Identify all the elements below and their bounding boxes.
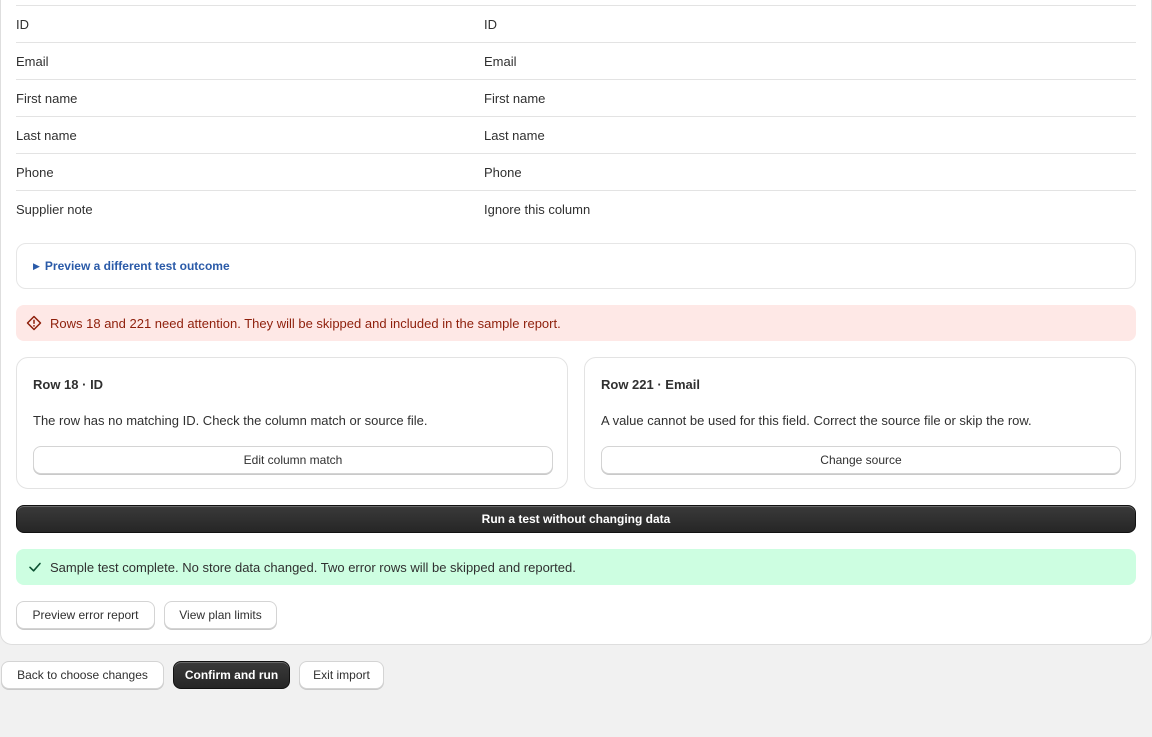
mapping-row: Phone Phone (16, 153, 1136, 190)
target-field[interactable]: First name (484, 91, 545, 106)
source-column: First name (16, 91, 78, 106)
edit-column-match-button[interactable]: Edit column match (33, 446, 553, 474)
view-plan-limits-button[interactable]: View plan limits (164, 601, 277, 629)
issue-card-row-221: Row 221 · Email A value cannot be used f… (584, 357, 1136, 489)
issue-title: Row 18 · ID (33, 377, 104, 392)
issue-card-row-18: Row 18 · ID The row has no matching ID. … (16, 357, 568, 489)
source-column: Supplier note (16, 202, 93, 217)
issue-description: The row has no matching ID. Check the co… (33, 413, 428, 428)
checkmark-icon (29, 562, 41, 572)
target-field[interactable]: ID (484, 17, 497, 32)
source-column: Email (16, 54, 49, 69)
issue-description: A value cannot be used for this field. C… (601, 413, 1032, 428)
change-source-button[interactable]: Change source (601, 446, 1121, 474)
run-test-button[interactable]: Run a test without changing data (16, 505, 1136, 533)
issue-title: Row 221 · Email (601, 377, 700, 392)
preview-error-report-button[interactable]: Preview error report (16, 601, 155, 629)
alert-diamond-icon (26, 315, 42, 331)
mapping-row: Email Email (16, 42, 1136, 79)
attention-banner: Rows 18 and 221 need attention. They wil… (16, 305, 1136, 341)
success-banner-text: Sample test complete. No store data chan… (50, 560, 576, 575)
mapping-row: ID ID (16, 5, 1136, 42)
mapping-row: Last name Last name (16, 116, 1136, 153)
test-outcome-disclosure: ▶ Preview a different test outcome (16, 243, 1136, 289)
target-field[interactable]: Ignore this column (484, 202, 590, 217)
confirm-and-run-button[interactable]: Confirm and run (173, 661, 290, 689)
attention-banner-text: Rows 18 and 221 need attention. They wil… (50, 316, 561, 331)
preview-outcome-toggle[interactable]: ▶ Preview a different test outcome (33, 259, 230, 273)
preview-outcome-label: Preview a different test outcome (44, 259, 230, 273)
target-field[interactable]: Email (484, 54, 517, 69)
source-column: Last name (16, 128, 77, 143)
exit-import-button[interactable]: Exit import (299, 661, 384, 689)
source-column: Phone (16, 165, 54, 180)
target-field[interactable]: Phone (484, 165, 522, 180)
mapping-row: First name First name (16, 79, 1136, 116)
success-banner: Sample test complete. No store data chan… (16, 549, 1136, 585)
target-field[interactable]: Last name (484, 128, 545, 143)
mapping-row: Supplier note Ignore this column (16, 190, 1136, 227)
source-column: ID (16, 17, 29, 32)
back-button[interactable]: Back to choose changes (1, 661, 164, 689)
disclosure-triangle-icon: ▶ (33, 261, 40, 271)
